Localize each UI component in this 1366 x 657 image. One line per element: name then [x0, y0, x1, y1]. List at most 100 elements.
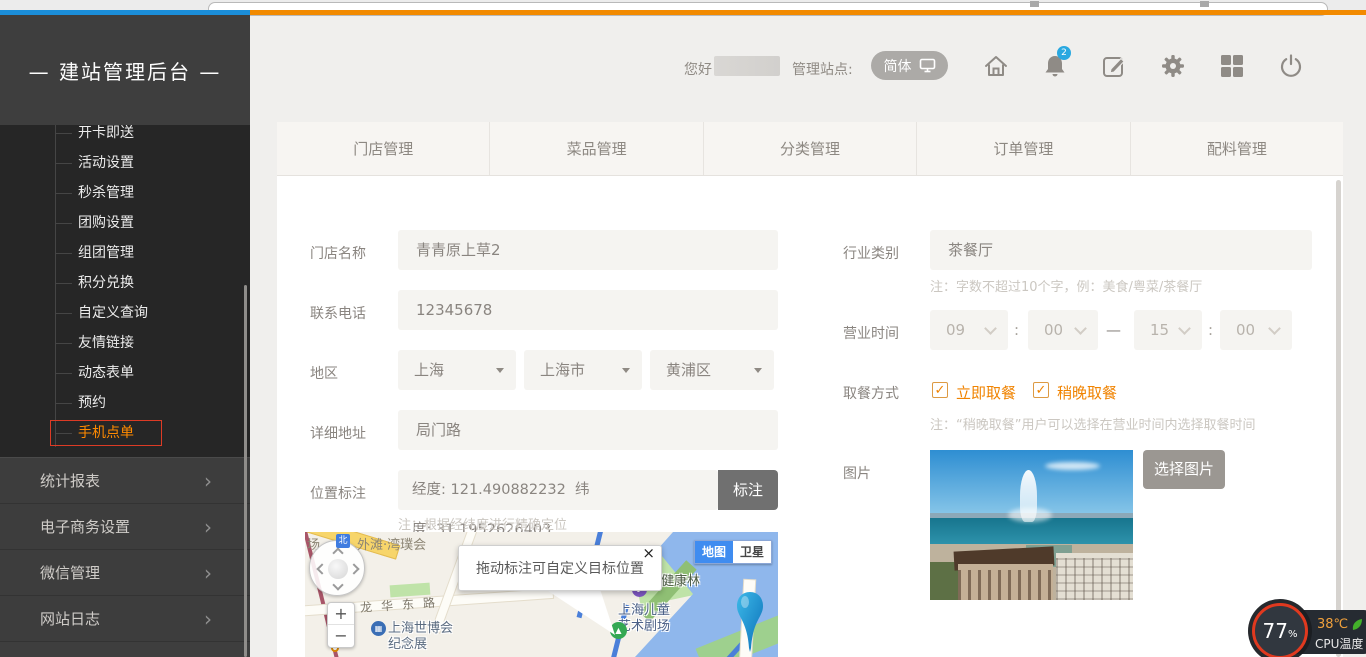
category-note: 注：字数不超过10个字，例：美食/粤菜/茶餐厅: [930, 276, 1202, 295]
store-photo-thumbnail: [930, 450, 1133, 600]
map-widget[interactable]: 场 外滩·湾璞会 龙华东路 上海世博会 纪念展 ▦ 上海儿童 艺术剧场 ♪ 健康…: [305, 532, 778, 657]
sidebar-section-weixinguanli[interactable]: 微信管理›: [0, 550, 250, 596]
map-road-name: 龙华东路: [360, 593, 445, 616]
sidebar-item-huodongshezhi[interactable]: 活动设置: [0, 148, 250, 178]
satellite-view-button[interactable]: 卫星: [733, 541, 771, 563]
tooltip-close-icon[interactable]: ×: [642, 544, 655, 562]
store-name-label: 门店名称: [310, 243, 366, 263]
sidebar-item-zidingyichaxun[interactable]: 自定义查询: [0, 298, 250, 328]
browser-icon-fragment: [1200, 1, 1209, 7]
time-dash: —: [1106, 310, 1121, 350]
content-scrollbar[interactable]: [1336, 180, 1341, 657]
map-view-button[interactable]: 地图: [695, 541, 733, 563]
sidebar-item-youqinglianjie[interactable]: 友情链接: [0, 328, 250, 358]
caret-down-icon: [754, 368, 762, 373]
phone-label: 联系电话: [310, 303, 366, 323]
sidebar-section-wangzhanrizhi[interactable]: 网站日志›: [0, 596, 250, 642]
zoom-in-button[interactable]: +: [328, 603, 354, 625]
north-indicator: 北: [336, 534, 350, 548]
apps-grid-icon[interactable]: [1219, 53, 1245, 79]
open-hour-select[interactable]: 09: [930, 310, 1008, 350]
close-hour-select[interactable]: 15: [1134, 310, 1202, 350]
top-accent-bar-orange: [250, 10, 1366, 15]
image-label: 图片: [843, 463, 871, 483]
hours-label: 营业时间: [843, 323, 899, 343]
map-label-park: 健康林: [661, 570, 700, 589]
pan-up-icon[interactable]: [332, 547, 343, 558]
greeting-text: 您好: [684, 59, 712, 79]
active-item-highlight-box: [50, 420, 162, 446]
chevron-down-icon: [1178, 322, 1191, 335]
user-name-redacted: [714, 56, 780, 76]
chevron-down-icon: [1268, 322, 1281, 335]
notification-count-badge: 2: [1057, 46, 1071, 60]
sidebar-section-tongjibaobiao[interactable]: 统计报表›: [0, 458, 250, 504]
map-pin[interactable]: [735, 590, 765, 654]
sidebar-item-zutuanguanli[interactable]: 组团管理: [0, 238, 250, 268]
sidebar-sections: 统计报表› 电子商务设置› 微信管理› 网站日志›: [0, 457, 250, 642]
mark-location-button[interactable]: 标注: [718, 470, 778, 510]
time-colon: :: [1014, 310, 1019, 350]
tab-category-management[interactable]: 分类管理: [703, 122, 916, 175]
map-label-expo-2: 纪念展: [388, 633, 427, 652]
chevron-right-icon: ›: [204, 550, 212, 596]
edit-icon[interactable]: [1101, 53, 1127, 79]
sidebar-item-kaikajisong[interactable]: 开卡即送: [0, 125, 250, 148]
map-tooltip: 拖动标注可自定义目标位置 ×: [458, 545, 662, 591]
chevron-down-icon: [984, 322, 997, 335]
cpu-usage-gauge[interactable]: 77%: [1252, 603, 1308, 657]
city-select[interactable]: 上海市: [524, 350, 642, 390]
zoom-out-button[interactable]: −: [328, 625, 354, 647]
sidebar-item-tuangoushezhi[interactable]: 团购设置: [0, 208, 250, 238]
browser-chrome-strip: [0, 0, 1366, 10]
store-name-input[interactable]: 青青原上草2: [398, 230, 778, 270]
language-site-switcher[interactable]: 简体: [871, 51, 948, 80]
close-minute-select[interactable]: 00: [1220, 310, 1292, 350]
open-minute-select[interactable]: 00: [1028, 310, 1098, 350]
pickup-later-option[interactable]: 稍晚取餐: [1057, 382, 1117, 403]
home-icon[interactable]: [983, 53, 1009, 79]
address-input[interactable]: 局门路: [398, 410, 778, 450]
manage-site-label: 管理站点:: [792, 59, 853, 79]
sidebar: — 建站管理后台 — 开卡即送 活动设置 秒杀管理 团购设置 组团管理 积分兑换…: [0, 15, 250, 657]
cpu-temperature: 38℃: [1317, 617, 1364, 632]
sidebar-scrollbar[interactable]: [244, 285, 247, 657]
pickup-now-option[interactable]: 立即取餐: [956, 382, 1016, 403]
tab-dish-management[interactable]: 菜品管理: [489, 122, 702, 175]
map-type-toggle: 地图 卫星: [694, 540, 772, 564]
location-input[interactable]: 经度: 121.490882232 纬度: 31.1952626403: [398, 470, 718, 510]
sidebar-item-shoujidiandan-active[interactable]: 手机点单: [0, 418, 250, 448]
location-note: 注：根据经纬度进行精确定位: [398, 514, 567, 533]
map-zoom-control: + −: [327, 602, 355, 648]
pickup-now-checkbox[interactable]: ✓: [932, 382, 948, 398]
chevron-right-icon: ›: [204, 458, 212, 504]
pan-left-icon[interactable]: [316, 563, 327, 574]
tooltip-tail: [540, 589, 620, 639]
caret-down-icon: [496, 368, 504, 373]
map-pan-control[interactable]: [309, 540, 365, 596]
screen: — 建站管理后台 — 开卡即送 活动设置 秒杀管理 团购设置 组团管理 积分兑换…: [0, 0, 1366, 657]
tab-ingredient-management[interactable]: 配料管理: [1130, 122, 1343, 175]
pickup-later-checkbox[interactable]: ✓: [1033, 382, 1049, 398]
browser-icon-fragment: [1030, 1, 1039, 7]
sidebar-item-miaoshaguanli[interactable]: 秒杀管理: [0, 178, 250, 208]
tab-store-management[interactable]: 门店管理: [277, 122, 489, 175]
tab-order-management[interactable]: 订单管理: [916, 122, 1129, 175]
sidebar-item-dongtaibiaodan[interactable]: 动态表单: [0, 358, 250, 388]
power-icon[interactable]: [1278, 53, 1304, 79]
sidebar-item-jifenduihuan[interactable]: 积分兑换: [0, 268, 250, 298]
phone-input[interactable]: 12345678: [398, 290, 778, 330]
cpu-widget-label: CPU温度: [1315, 635, 1363, 652]
province-select[interactable]: 上海: [398, 350, 516, 390]
category-input[interactable]: 茶餐厅: [930, 230, 1312, 270]
district-select[interactable]: 黄浦区: [650, 350, 774, 390]
pickup-label: 取餐方式: [843, 383, 899, 403]
sidebar-item-yuyue[interactable]: 预约: [0, 388, 250, 418]
settings-gear-icon[interactable]: [1160, 53, 1186, 79]
pan-knob[interactable]: [328, 559, 348, 579]
region-label: 地区: [310, 363, 338, 383]
pan-down-icon[interactable]: [332, 579, 343, 590]
choose-image-button[interactable]: 选择图片: [1143, 450, 1225, 489]
pan-right-icon[interactable]: [348, 563, 359, 574]
sidebar-section-dianzishangwu[interactable]: 电子商务设置›: [0, 504, 250, 550]
